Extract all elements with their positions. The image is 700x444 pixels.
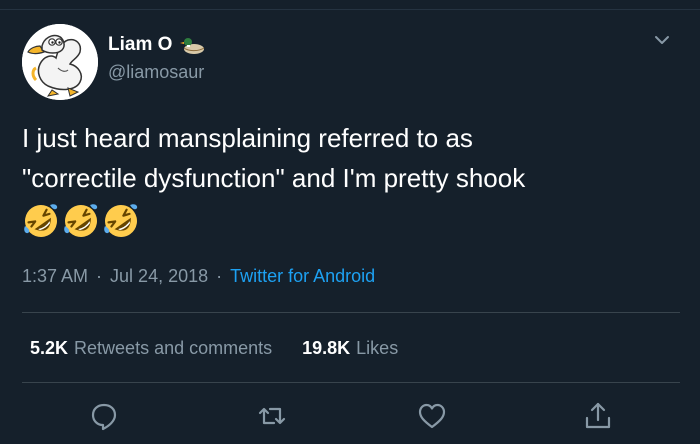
retweets-stat[interactable]: 5.2K Retweets and comments — [30, 338, 272, 359]
user-name-row[interactable]: Liam O — [108, 34, 206, 56]
divider — [22, 382, 680, 383]
retweet-icon[interactable] — [256, 400, 288, 432]
retweets-count: 5.2K — [30, 338, 69, 358]
tweet-stats: 5.2K Retweets and comments 19.8K Likes — [30, 338, 398, 359]
display-name[interactable]: Liam O — [108, 34, 172, 56]
likes-count: 19.8K — [302, 338, 351, 358]
retweets-label: Retweets and comments — [74, 338, 273, 358]
meta-separator: · — [96, 266, 103, 286]
tweet-text-line-2: "correctile dysfunction" and I'm pretty … — [22, 163, 526, 193]
tweet-text-line-1: I just heard mansplaining referred to as — [22, 123, 473, 153]
divider — [22, 312, 680, 313]
tweet-date[interactable]: Jul 24, 2018 — [110, 266, 208, 287]
user-handle[interactable]: @liamosaur — [108, 62, 204, 83]
tweet-source-link[interactable]: Twitter for Android — [230, 266, 375, 287]
reply-icon[interactable] — [88, 400, 120, 432]
likes-label: Likes — [356, 338, 399, 358]
share-icon[interactable] — [582, 400, 614, 432]
rolling-on-floor-laughing-emoji — [64, 204, 98, 237]
avatar[interactable] — [22, 24, 98, 100]
tweet-meta: 1:37 AM · Jul 24, 2018 · Twitter for And… — [22, 266, 375, 287]
tweet-time[interactable]: 1:37 AM — [22, 266, 88, 287]
white-duck-cartoon-icon — [22, 24, 98, 100]
duck-emoji-icon — [180, 38, 205, 54]
emoji-row — [22, 202, 140, 240]
rolling-on-floor-laughing-emoji — [24, 204, 58, 237]
top-divider — [0, 9, 700, 10]
action-bar — [0, 398, 700, 438]
chevron-down-icon[interactable] — [652, 30, 672, 50]
likes-stat[interactable]: 19.8K Likes — [302, 338, 398, 359]
rolling-on-floor-laughing-emoji — [104, 204, 138, 237]
tweet-text: I just heard mansplaining referred to as… — [22, 118, 682, 198]
like-icon[interactable] — [416, 400, 448, 432]
meta-separator: · — [216, 266, 223, 286]
